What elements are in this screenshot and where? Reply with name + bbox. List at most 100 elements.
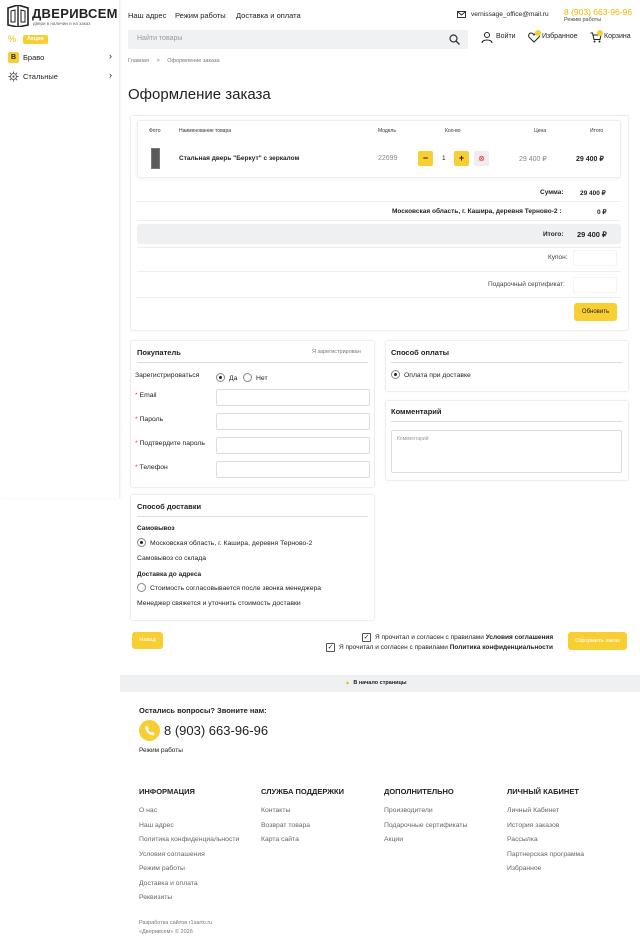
register-yes-radio[interactable] xyxy=(216,373,225,382)
cart-link[interactable]: Корзина xyxy=(604,33,631,40)
qty-minus-button[interactable]: − xyxy=(418,151,433,166)
certificate-input[interactable] xyxy=(573,277,617,293)
qty-plus-button[interactable]: + xyxy=(454,151,469,166)
privacy-link[interactable]: Политика конфиденциальности xyxy=(450,644,553,651)
phone-icon xyxy=(139,720,160,741)
registered-link[interactable]: Я зарегистрирован xyxy=(312,349,361,355)
submit-order-button[interactable]: Оформить заказ xyxy=(568,632,627,650)
pickup-option: Московская область, г. Кашира, деревня Т… xyxy=(150,540,313,547)
footer-link[interactable]: Личный Кабинет xyxy=(507,807,559,814)
page-title: Оформление заказа xyxy=(128,86,271,103)
footer-phone[interactable]: 8 (903) 663-96-96 xyxy=(164,723,268,738)
footer-link[interactable]: Реквизиты xyxy=(139,894,172,901)
footer-link[interactable]: Производители xyxy=(384,807,433,814)
breadcrumb-home[interactable]: Главная xyxy=(128,58,149,64)
nav-address[interactable]: Наш адрес xyxy=(128,11,166,20)
breadcrumb-current: Оформление заказа xyxy=(167,58,220,64)
footer-link[interactable]: Политика конфиденциальности xyxy=(139,836,239,843)
sum-value: 29 400 ₽ xyxy=(580,190,606,197)
search-placeholder: Найти товары xyxy=(137,35,183,42)
footer-link[interactable]: Карта сайта xyxy=(261,836,299,843)
footer-col-account-title: ЛИЧНЫЙ КАБИНЕТ xyxy=(507,787,579,796)
footer-link[interactable]: Условия соглашения xyxy=(139,851,205,858)
footer-link[interactable]: Доставка и оплата xyxy=(139,880,198,887)
address-delivery-radio[interactable] xyxy=(137,583,146,592)
sidebar-item-label: Браво xyxy=(23,53,45,62)
register-no-radio[interactable] xyxy=(243,373,252,382)
agree-terms-checkbox[interactable]: ✓ xyxy=(362,633,371,642)
header-hours-link[interactable]: Режим работы xyxy=(564,17,601,23)
logo-tagline: двери в наличии и на заказ xyxy=(33,21,91,26)
footer-link[interactable]: Акции xyxy=(384,836,403,843)
address-delivery-title: Доставка до адреса xyxy=(137,571,202,578)
footer-link[interactable]: История заказов xyxy=(507,822,559,829)
divider xyxy=(137,201,621,202)
product-model: 22699 xyxy=(378,155,398,162)
agree-terms-text: Я прочитал и согласен с правилами Услови… xyxy=(375,634,554,641)
search-icon[interactable] xyxy=(449,34,460,45)
payment-cod-label: Оплата при доставке xyxy=(404,372,471,379)
product-thumbnail[interactable] xyxy=(151,148,160,169)
register-no-label: Нет xyxy=(256,375,268,382)
col-price: Цена xyxy=(534,128,547,134)
confirm-password-field[interactable] xyxy=(216,437,370,454)
nav-delivery[interactable]: Доставка и оплата xyxy=(236,11,301,20)
payment-title: Способ оплаты xyxy=(391,348,450,357)
footer-link[interactable]: О нас xyxy=(139,807,157,814)
footer-link[interactable]: Режим работы xyxy=(139,865,185,872)
qty-value[interactable]: 1 xyxy=(442,155,446,162)
address-delivery-note: Менеджер свяжется и уточнить стоимость д… xyxy=(137,600,301,607)
sidebar-item-steel[interactable]: Стальные › xyxy=(8,70,112,84)
footer-link[interactable]: Наш адрес xyxy=(139,822,174,829)
search-bar[interactable]: Найти товары xyxy=(128,30,468,49)
footer-col-info-title: ИНФОРМАЦИЯ xyxy=(139,787,195,796)
divider xyxy=(137,271,621,272)
pickup-radio[interactable] xyxy=(137,538,146,547)
sidebar-item-bravo[interactable]: B Браво › xyxy=(8,51,112,65)
password-field[interactable] xyxy=(216,413,370,430)
footer-link[interactable]: Подарочные сертификаты xyxy=(384,822,467,829)
login-link[interactable]: Войти xyxy=(496,33,516,40)
site-logo[interactable]: ДВЕРИВСЕМ двери в наличии и на заказ xyxy=(7,5,119,27)
required-mark: * xyxy=(135,392,138,399)
remove-item-button[interactable]: ⊗ xyxy=(474,151,489,166)
col-name: Наименование товара xyxy=(179,128,232,134)
confirm-label: * Подтвердите пароль xyxy=(135,440,205,447)
total-value: 29 400 ₽ xyxy=(577,230,607,239)
logo-door-icon xyxy=(7,5,29,27)
col-qty: Кол-во xyxy=(445,128,461,134)
pickup-note: Самовывоз со склада xyxy=(137,555,207,562)
nav-hours[interactable]: Режим работы xyxy=(175,11,226,20)
back-button[interactable]: Назад xyxy=(132,632,163,649)
header-email[interactable]: vernissage_office@mail.ru xyxy=(471,11,549,18)
payment-cod-radio[interactable] xyxy=(391,370,400,379)
comment-textarea[interactable]: Комментарий xyxy=(391,430,622,473)
footer-link[interactable]: Рассылка xyxy=(507,836,538,843)
terms-link[interactable]: Условия соглашения xyxy=(486,634,553,641)
product-total: 29 400 ₽ xyxy=(576,156,604,163)
footer-link[interactable]: Возврат товара xyxy=(261,822,310,829)
update-button[interactable]: Обновить xyxy=(574,303,617,321)
header-phone[interactable]: 8 (903) 663-96-96 xyxy=(564,7,632,17)
email-label: * Email xyxy=(135,392,157,399)
agree-privacy-checkbox[interactable]: ✓ xyxy=(326,643,335,652)
developer-credit[interactable]: Разработка сайтов r1sarto.ru xyxy=(139,920,212,926)
back-to-top-bar[interactable]: ▴ В начало страницы xyxy=(120,675,640,692)
required-mark: * xyxy=(135,464,138,471)
footer-link[interactable]: Избранное xyxy=(507,865,541,872)
bravo-logo-icon: B xyxy=(8,52,19,63)
footer-link[interactable]: Контакты xyxy=(261,807,290,814)
register-label: Зарегистрироваться xyxy=(135,372,200,379)
email-field[interactable] xyxy=(216,389,370,406)
coupon-input[interactable] xyxy=(573,250,617,266)
user-icon[interactable] xyxy=(481,32,493,43)
copyright: «Двeривсем» © 2026 xyxy=(139,929,193,935)
product-name[interactable]: Стальная дверь "Беркут" с зеркалом xyxy=(179,155,299,162)
delivery-label: Московская область, г. Кашира, деревня Т… xyxy=(392,208,562,215)
back-to-top-label: В начало страницы xyxy=(353,680,407,686)
breadcrumb: Главная > Оформление заказа xyxy=(128,58,220,64)
footer-link[interactable]: Партнерская программа xyxy=(507,851,584,858)
footer-hours-link[interactable]: Режим работы xyxy=(139,747,183,754)
phone-field[interactable] xyxy=(216,461,370,478)
favorites-link[interactable]: Избранное xyxy=(542,33,577,40)
